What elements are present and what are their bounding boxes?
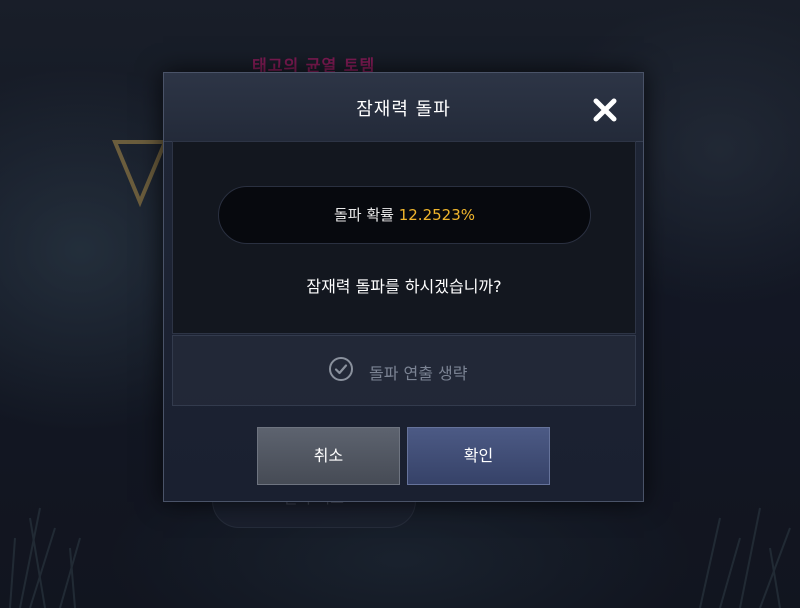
close-button[interactable] [590, 95, 620, 125]
close-icon [593, 98, 617, 122]
breakthrough-dialog: 잠재력 돌파 돌파 확률 12.2523% 잠재력 돌파를 하시겠습니까? 돌파… [163, 72, 644, 502]
skip-animation-label: 돌파 연출 생략 [369, 364, 468, 383]
cancel-button[interactable]: 취소 [257, 427, 400, 485]
dialog-title: 잠재력 돌파 [356, 99, 451, 120]
confirm-button[interactable]: 확인 [407, 427, 550, 485]
dialog-header: 잠재력 돌파 [164, 73, 643, 142]
probability-value: 12.2523% [398, 206, 476, 224]
dialog-content: 돌파 확률 12.2523% 잠재력 돌파를 하시겠습니까? [172, 141, 636, 334]
confirmation-question: 잠재력 돌파를 하시겠습니까? [306, 277, 502, 296]
check-circle-icon[interactable] [328, 356, 354, 382]
probability-label: 돌파 확률 [333, 206, 394, 224]
probability-display: 돌파 확률 12.2523% [218, 186, 591, 244]
skip-animation-option[interactable]: 돌파 연출 생략 [172, 335, 636, 406]
